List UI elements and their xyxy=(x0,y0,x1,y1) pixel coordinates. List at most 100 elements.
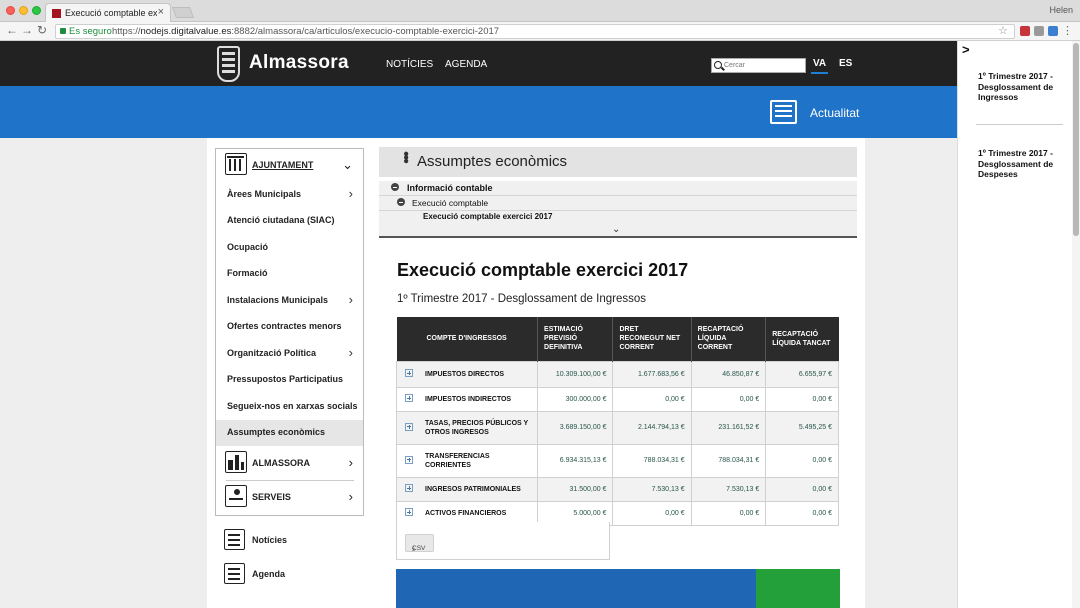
sidebar-item-organitzacio-politica[interactable]: Organització Política › xyxy=(216,341,363,367)
forward-icon[interactable]: → xyxy=(21,23,33,37)
sidebar-item-atencio-ciutadana[interactable]: Atenció ciutadana (SIAC) xyxy=(216,208,363,234)
chevron-down-icon[interactable]: ⌄ xyxy=(342,157,353,173)
value-cell: 31.500,00 € xyxy=(537,476,614,502)
bookmark-star-icon[interactable]: ☆ xyxy=(998,24,1008,37)
back-icon[interactable]: ← xyxy=(6,23,18,37)
close-window-button[interactable] xyxy=(6,6,15,15)
concept-label: IMPUESTOS DIRECTOS xyxy=(425,370,505,378)
page-subtitle: 1º Trimestre 2017 - Desglossament de Ing… xyxy=(397,293,647,305)
expand-row-icon[interactable] xyxy=(397,419,421,437)
sidebar-item-label: Formació xyxy=(227,268,268,278)
chevron-down-icon[interactable]: ⌄ xyxy=(612,224,620,235)
refresh-extension-icon[interactable] xyxy=(1048,26,1058,36)
concept-label: TASAS, PRECIOS PÚBLICOS Y OTROS INGRESOS xyxy=(425,419,529,436)
camera-extension-icon[interactable] xyxy=(1034,26,1044,36)
browser-tab[interactable]: Execució comptable exercici 2017 × xyxy=(45,3,171,22)
sidebar-group-almassora[interactable]: ALMASSORA › xyxy=(216,447,363,480)
panel-divider xyxy=(976,124,1063,125)
column-header[interactable]: ESTIMACIÓ PREVISIÓ DEFINITIVA xyxy=(537,317,614,361)
newspaper-icon xyxy=(770,100,797,124)
nav-noticies[interactable]: NOTÍCIES xyxy=(386,59,433,70)
concept-cell: INGRESOS PATRIMONIALES xyxy=(395,476,539,502)
url-bar[interactable]: Es seguro https://nodejs.digitalvalue.es… xyxy=(55,24,1015,39)
sidebar-item-instalacions-municipals[interactable]: Instalacions Municipals › xyxy=(216,288,363,314)
profile-name[interactable]: Helen xyxy=(1049,5,1073,15)
banner-title[interactable]: Actualitat xyxy=(810,106,859,120)
sidebar-group-label: ALMASSORA xyxy=(252,458,310,468)
panel-link-despeses[interactable]: 1º Trimestre 2017 - Desglossament de Des… xyxy=(978,148,1060,180)
expand-row-icon[interactable] xyxy=(397,394,421,404)
new-tab-button[interactable] xyxy=(171,7,195,18)
language-es[interactable]: ES xyxy=(839,58,852,69)
sidebar-group-label: AJUNTAMENT xyxy=(252,160,314,170)
collapse-icon[interactable] xyxy=(391,183,399,191)
section-banner: Actualitat xyxy=(0,86,957,138)
sidebar-group-serveis[interactable]: SERVEIS › xyxy=(216,481,363,515)
tree-item-informacio-contable[interactable]: Informació contable xyxy=(379,181,857,195)
sidebar-item-label: Segueix-nos en xarxas socials xyxy=(227,401,358,411)
link-label: Notícies xyxy=(252,535,288,545)
concept-cell: IMPUESTOS INDIRECTOS xyxy=(395,386,539,412)
sidebar-item-xarxas-socials[interactable]: Segueix-nos en xarxas socials xyxy=(216,394,363,420)
column-header[interactable]: COMPTE D'INGRESSOS xyxy=(396,317,539,361)
collapse-icon[interactable] xyxy=(397,198,405,206)
value-cell: 6.655,97 € xyxy=(765,360,839,388)
csv-download-button[interactable]: ⤓ CSV xyxy=(405,534,434,552)
chevron-right-icon: › xyxy=(348,345,353,360)
scrollbar-thumb[interactable] xyxy=(1073,43,1079,236)
value-cell: 300.000,00 € xyxy=(537,386,614,412)
value-cell: 5.495,25 € xyxy=(765,410,839,445)
value-cell: 7.530,13 € xyxy=(612,476,692,502)
expand-row-icon[interactable] xyxy=(397,369,421,379)
sidebar-item-formacio[interactable]: Formació xyxy=(216,261,363,287)
expand-row-icon[interactable] xyxy=(397,508,421,518)
sidebar-item-ofertes-contractes[interactable]: Ofertes contractes menors xyxy=(216,314,363,340)
panel-link-ingressos[interactable]: 1º Trimestre 2017 - Desglossament de Ing… xyxy=(978,71,1060,103)
tree-item-label: Execució comptable exercici 2017 xyxy=(423,212,553,221)
column-header[interactable]: RECAPTACIÓ LÍQUIDA TANCAT xyxy=(765,317,839,361)
value-cell: 7.530,13 € xyxy=(690,476,767,502)
section-menu-icon[interactable]: ••• xyxy=(396,151,414,162)
sidebar-group-ajuntament[interactable]: AJUNTAMENT ⌄ xyxy=(216,149,363,181)
search-field[interactable] xyxy=(711,58,806,73)
minimize-window-button[interactable] xyxy=(19,6,28,15)
expand-row-icon[interactable] xyxy=(397,452,421,470)
extension-icon[interactable] xyxy=(1020,26,1030,36)
calendar-icon xyxy=(224,563,245,584)
browser-menu-icon[interactable]: ⋮ xyxy=(1062,24,1073,37)
search-input[interactable] xyxy=(724,60,804,71)
value-cell: 788.034,31 € xyxy=(612,443,692,478)
chart-segment-green xyxy=(756,569,840,608)
export-panel: ⤓ CSV xyxy=(396,522,610,560)
sidebar-item-arees-municipals[interactable]: Àrees Municipals › xyxy=(216,182,363,208)
town-hall-icon xyxy=(225,153,247,175)
csv-label: CSV xyxy=(412,545,426,552)
favicon-icon xyxy=(52,9,61,18)
sidebar-item-label: Àrees Municipals xyxy=(227,189,302,199)
language-va[interactable]: VA xyxy=(813,58,826,69)
crest-logo-icon[interactable] xyxy=(217,46,240,82)
sidebar-item-ocupacio[interactable]: Ocupació xyxy=(216,235,363,261)
reload-icon[interactable]: ↻ xyxy=(37,23,47,37)
secure-label: Es seguro xyxy=(69,26,112,37)
url-path: :8882/almassora/ca/articulos/execucio-co… xyxy=(231,26,500,37)
column-header[interactable]: DRET RECONEGUT NET CORRENT xyxy=(612,317,692,361)
nav-agenda[interactable]: AGENDA xyxy=(445,59,487,70)
chevron-right-icon: › xyxy=(348,489,353,504)
panel-toggle-icon[interactable]: > xyxy=(962,42,970,57)
expand-row-icon[interactable] xyxy=(397,484,421,494)
active-language-indicator xyxy=(811,72,828,74)
close-tab-icon[interactable]: × xyxy=(158,6,164,18)
scrollbar[interactable] xyxy=(1072,41,1080,608)
chevron-right-icon: › xyxy=(348,455,353,470)
site-title[interactable]: Almassora xyxy=(249,52,349,74)
tree-item-execucio-2017[interactable]: Execució comptable exercici 2017 xyxy=(379,210,857,224)
sidebar-item-assumptes-economics[interactable]: Assumptes econòmics xyxy=(216,420,363,446)
tree-item-execucio-comptable[interactable]: Execució comptable xyxy=(379,196,857,210)
column-header[interactable]: RECAPTACIÓ LÍQUIDA CORRENT xyxy=(691,317,767,361)
maximize-window-button[interactable] xyxy=(32,6,41,15)
url-host: nodejs.digitalvalue.es xyxy=(140,26,232,37)
sidebar-item-label: Ocupació xyxy=(227,242,269,252)
sidebar-item-pressupostos[interactable]: Pressupostos Participatius xyxy=(216,367,363,393)
url-text[interactable]: https://nodejs.digitalvalue.es:8882/alma… xyxy=(112,26,499,37)
